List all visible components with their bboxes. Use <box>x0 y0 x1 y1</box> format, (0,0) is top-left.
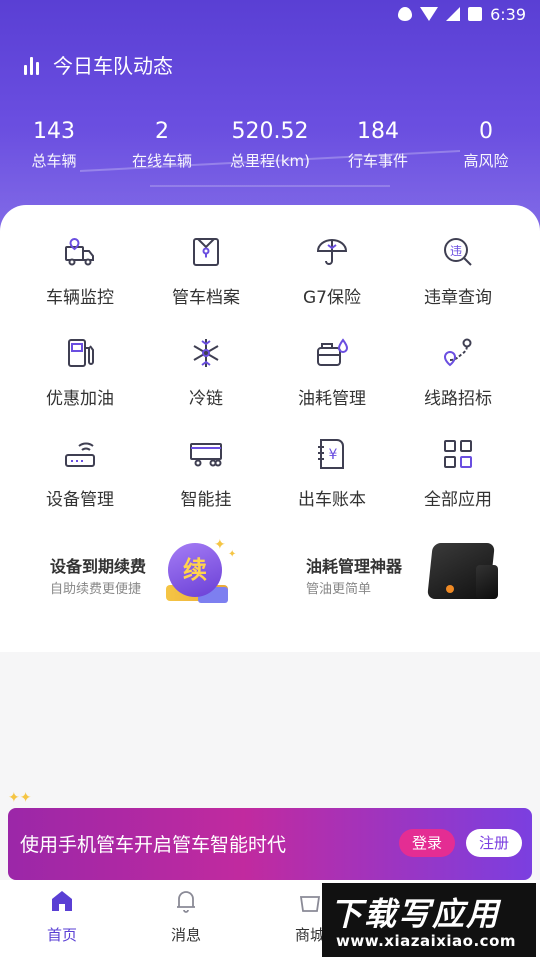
stat-label: 高风险 <box>463 152 509 170</box>
stat-label: 行车事件 <box>347 152 408 170</box>
tab-label: 消息 <box>170 926 201 944</box>
ledger-glyph: ¥ <box>329 447 338 463</box>
register-button[interactable]: 注册 <box>466 829 522 857</box>
stat-total-vehicles[interactable]: 143 总车辆 <box>0 117 108 171</box>
stat-value: 2 <box>155 119 169 144</box>
promo-title: 设备到期续费 <box>50 557 147 576</box>
fleet-title: 今日车队动态 <box>24 50 173 79</box>
app-label: 管车档案 <box>172 288 240 308</box>
stat-value: 143 <box>33 119 75 144</box>
snowflake-icon <box>193 339 219 367</box>
app-label: 违章查询 <box>424 288 492 308</box>
app-label: 全部应用 <box>424 490 492 510</box>
stat-high-risk[interactable]: 0 高风险 <box>432 117 540 171</box>
app-cold-chain[interactable]: 冷链 <box>143 336 269 413</box>
app-route-bidding[interactable]: 线路招标 <box>395 336 521 413</box>
promo-subtitle: 管油更简单 <box>306 582 372 597</box>
shop-icon <box>299 896 321 912</box>
sparkle-icon: ✦ <box>214 537 226 553</box>
stat-value: 184 <box>357 119 399 144</box>
grid-icon <box>444 440 472 468</box>
fleet-title-text: 今日车队动态 <box>53 54 173 78</box>
stat-driving-events[interactable]: 184 行车事件 <box>324 117 432 171</box>
login-banner: 使用手机管车开启管车智能时代 登录 注册 <box>8 808 532 880</box>
app-label: 线路招标 <box>424 389 492 409</box>
app-discount-fuel[interactable]: 优惠加油 <box>17 336 143 413</box>
device-light <box>446 585 454 593</box>
promo-fuel-tool[interactable]: 油耗管理神器 管油更简单 <box>270 535 540 615</box>
trailer-icon <box>190 443 222 467</box>
fleet-stats: 143 总车辆 2 在线车辆 520.52 总里程(km) 184 行车事件 0… <box>0 117 540 171</box>
app-vehicle-monitor[interactable]: 车辆监控 <box>17 235 143 312</box>
app-card: 车辆监控 管车档案 G7保险 违 违章查询 优惠加油 冷链 油耗管理 线路招标 … <box>0 205 540 652</box>
truck-location-icon <box>65 237 94 266</box>
signal-icon <box>446 7 461 21</box>
stat-label: 在线车辆 <box>131 152 192 170</box>
promo-row: 设备到期续费 自助续费更便捷 续 ✦ ✦ 油耗管理神器 管油更简单 <box>0 535 540 615</box>
app-label: 车辆监控 <box>46 288 114 308</box>
status-time: 6:39 <box>490 4 526 24</box>
wifi-icon <box>420 7 439 21</box>
umbrella-icon <box>316 239 348 265</box>
sparkle-icon: ✦✦ <box>8 790 32 806</box>
stat-label: 总里程(km) <box>229 152 310 170</box>
app-label: G7保险 <box>303 288 361 308</box>
tab-home[interactable]: 首页 <box>0 880 124 960</box>
app-device-management[interactable]: 设备管理 <box>17 437 143 514</box>
gps-device-image <box>476 565 498 599</box>
sparkle-icon: ✦ <box>228 549 237 560</box>
watermark-url: www.xiazaixiao.com <box>336 932 517 950</box>
router-icon <box>65 442 95 467</box>
app-smart-trailer[interactable]: 智能挂 <box>143 437 269 514</box>
route-icon <box>443 338 472 367</box>
login-button[interactable]: 登录 <box>399 829 455 857</box>
app-violation-query[interactable]: 违 违章查询 <box>395 235 521 312</box>
app-grid: 车辆监控 管车档案 G7保险 违 违章查询 优惠加油 冷链 油耗管理 线路招标 … <box>0 235 540 514</box>
promo-title: 油耗管理神器 <box>306 557 403 576</box>
tab-label: 商城 <box>294 926 325 944</box>
battery-icon <box>468 7 483 21</box>
violation-search-icon: 违 <box>444 238 472 266</box>
app-label: 冷链 <box>189 389 223 409</box>
app-label: 设备管理 <box>46 490 114 510</box>
bar-chart-icon <box>24 55 39 75</box>
fuel-tank-icon <box>317 338 349 366</box>
tab-messages[interactable]: 消息 <box>124 880 248 960</box>
promo-subtitle: 自助续费更便捷 <box>50 582 142 597</box>
app-trip-ledger[interactable]: ¥ 出车账本 <box>269 437 395 514</box>
violation-glyph: 违 <box>450 244 462 258</box>
fuel-pump-icon <box>68 339 94 367</box>
stat-label: 总车辆 <box>31 152 77 170</box>
document-folder-icon <box>193 238 219 266</box>
app-label: 优惠加油 <box>46 389 114 409</box>
app-g7-insurance[interactable]: G7保险 <box>269 235 395 312</box>
site-watermark: 下载写应用 www.xiazaixiao.com <box>322 883 536 957</box>
app-vehicle-archive[interactable]: 管车档案 <box>143 235 269 312</box>
status-bar: 6:39 <box>0 0 540 28</box>
banner-text: 使用手机管车开启管车智能时代 <box>20 834 287 856</box>
home-icon <box>52 891 72 911</box>
bell-icon <box>177 891 195 913</box>
tab-label: 首页 <box>46 926 77 944</box>
stat-online-vehicles[interactable]: 2 在线车辆 <box>108 117 216 171</box>
app-label: 油耗管理 <box>298 389 366 409</box>
promo-renewal[interactable]: 设备到期续费 自助续费更便捷 续 ✦ ✦ <box>0 535 270 615</box>
location-icon <box>398 7 413 21</box>
app-fuel-consumption[interactable]: 油耗管理 <box>269 336 395 413</box>
stat-value: 520.52 <box>231 119 309 144</box>
app-all-apps[interactable]: 全部应用 <box>395 437 521 514</box>
watermark-title: 下载写应用 <box>330 895 501 933</box>
stat-total-mileage[interactable]: 520.52 总里程(km) <box>216 117 324 171</box>
app-label: 出车账本 <box>298 490 366 510</box>
ledger-icon: ¥ <box>318 439 344 469</box>
stat-value: 0 <box>479 119 493 144</box>
app-label: 智能挂 <box>180 490 232 510</box>
